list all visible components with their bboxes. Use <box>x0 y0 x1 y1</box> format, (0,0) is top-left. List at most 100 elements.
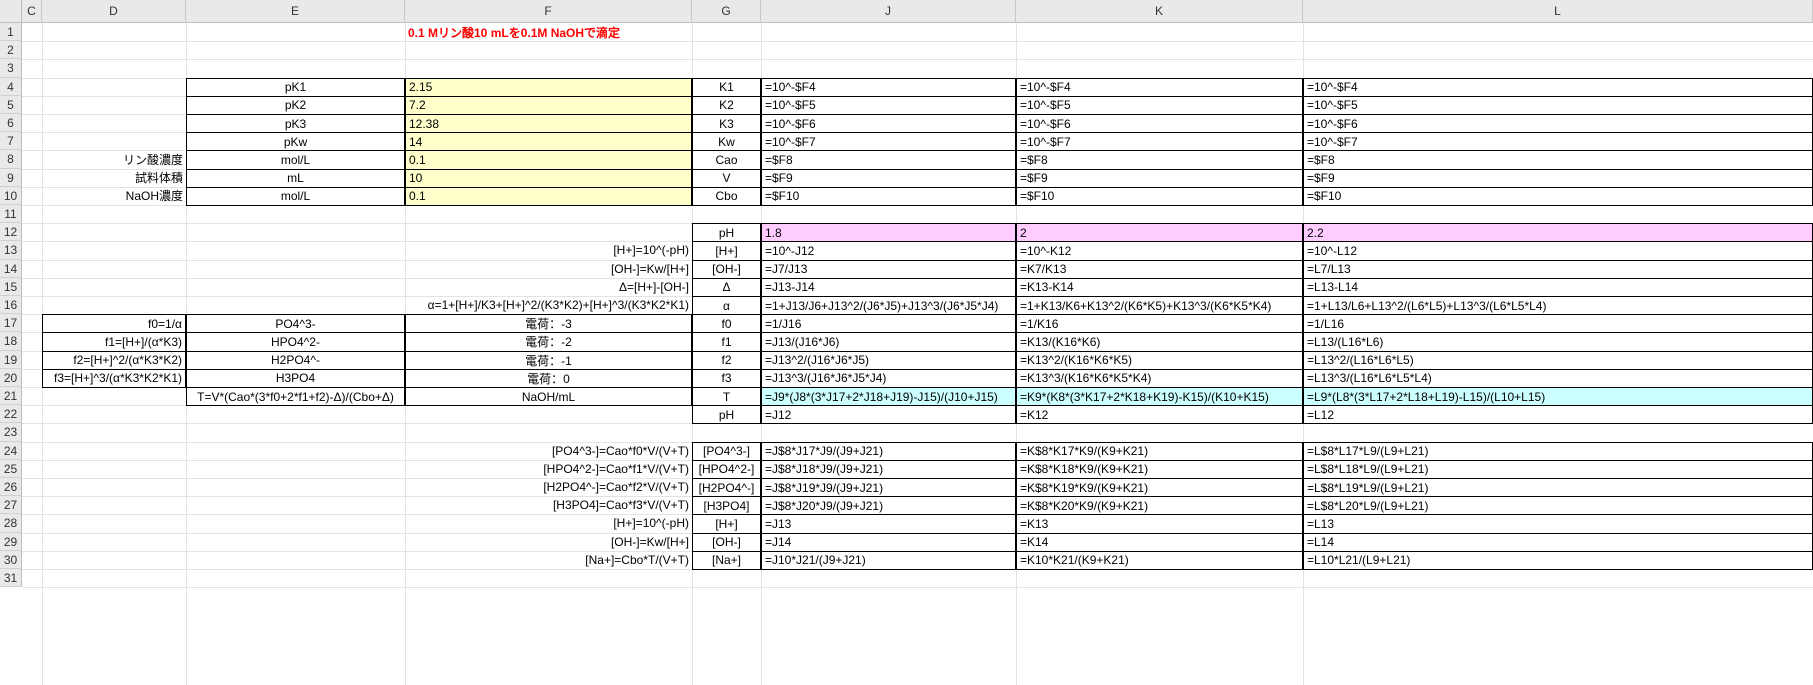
row-header-7[interactable]: 7 <box>0 132 22 151</box>
formula-k6[interactable]: =10^-$F6 <box>1016 114 1303 134</box>
formula-k22[interactable]: =K12 <box>1016 405 1303 425</box>
desc-f28[interactable]: [H+]=10^(-pH) <box>405 514 692 532</box>
formula-k4[interactable]: =10^-$F4 <box>1016 77 1303 97</box>
formula-l30[interactable]: =L10*L21/(L9+L21) <box>1303 550 1813 570</box>
param-value-f8[interactable]: 0.1 <box>405 150 692 170</box>
param-value-f4[interactable]: 2.15 <box>405 77 692 97</box>
formula-j14[interactable]: =J7/J13 <box>761 259 1016 279</box>
formula-l21[interactable]: =L9*(L8*(3*L17+2*L18+L19)-L15)/(L10+L15) <box>1303 387 1813 407</box>
formula-l10[interactable]: =$F10 <box>1303 186 1813 206</box>
formula-k14[interactable]: =K7/K13 <box>1016 259 1303 279</box>
formula-k20[interactable]: =K13^3/(K16*K6*K5*K4) <box>1016 368 1303 388</box>
param-value-f9[interactable]: 10 <box>405 168 692 188</box>
label-d10[interactable]: NaOH濃度 <box>42 187 186 205</box>
row-header-10[interactable]: 10 <box>0 186 22 205</box>
formula-k5[interactable]: =10^-$F5 <box>1016 95 1303 115</box>
formula-k19[interactable]: =K13^2/(K16*K6*K5) <box>1016 350 1303 370</box>
formula-j19[interactable]: =J13^2/(J16*J6*J5) <box>761 350 1016 370</box>
formula-l28[interactable]: =L13 <box>1303 514 1813 534</box>
formula-l13[interactable]: =10^-L12 <box>1303 241 1813 261</box>
param-value-f5[interactable]: 7.2 <box>405 95 692 115</box>
formula-l7[interactable]: =10^-$F7 <box>1303 132 1813 152</box>
formula-j27[interactable]: =J$8*J20*J9/(J9+J21) <box>761 496 1016 516</box>
formula-k28[interactable]: =K13 <box>1016 514 1303 534</box>
row-header-25[interactable]: 25 <box>0 459 22 478</box>
formula-j10[interactable]: =$F10 <box>761 186 1016 206</box>
desc-f21[interactable]: NaOH/mL <box>405 387 692 407</box>
symbol-g14[interactable]: [OH-] <box>692 259 761 279</box>
symbol-g25[interactable]: [HPO4^2-] <box>692 459 761 479</box>
formula-j22[interactable]: =J12 <box>761 405 1016 425</box>
param-name-e4[interactable]: pK1 <box>186 77 405 97</box>
fraction-def-d20[interactable]: f3=[H+]^3/(α*K3*K2*K1) <box>42 368 186 388</box>
formula-k8[interactable]: =$F8 <box>1016 150 1303 170</box>
column-header-e[interactable]: E <box>186 0 405 23</box>
symbol-g13[interactable]: [H+] <box>692 241 761 261</box>
formula-l4[interactable]: =10^-$F4 <box>1303 77 1813 97</box>
param-value-f6[interactable]: 12.38 <box>405 114 692 134</box>
formula-k18[interactable]: =K13/(K16*K6) <box>1016 332 1303 352</box>
formula-l26[interactable]: =L$8*L19*L9/(L9+L21) <box>1303 478 1813 498</box>
row-header-12[interactable]: 12 <box>0 223 22 242</box>
column-header-f[interactable]: F <box>405 0 692 23</box>
symbol-g10[interactable]: Cbo <box>692 186 761 206</box>
column-header-j[interactable]: J <box>761 0 1016 23</box>
row-header-31[interactable]: 31 <box>0 569 22 588</box>
row-header-19[interactable]: 19 <box>0 350 22 369</box>
symbol-g29[interactable]: [OH-] <box>692 532 761 552</box>
desc-f25[interactable]: [HPO4^2-]=Cao*f1*V/(V+T) <box>405 460 692 478</box>
desc-f16[interactable]: α=1+[H+]/K3+[H+]^2/(K3*K2)+[H+]^3/(K3*K2… <box>405 296 692 314</box>
formula-k21[interactable]: =K9*(K8*(3*K17+2*K18+K19)-K15)/(K10+K15) <box>1016 387 1303 407</box>
formula-j12[interactable]: 1.8 <box>761 223 1016 243</box>
formula-l12[interactable]: 2.2 <box>1303 223 1813 243</box>
formula-l20[interactable]: =L13^3/(L16*L6*L5*L4) <box>1303 368 1813 388</box>
formula-j30[interactable]: =J10*J21/(J9+J21) <box>761 550 1016 570</box>
formula-k29[interactable]: =K14 <box>1016 532 1303 552</box>
select-all-corner[interactable] <box>0 0 22 23</box>
row-header-18[interactable]: 18 <box>0 332 22 351</box>
row-header-1[interactable]: 1 <box>0 23 22 42</box>
symbol-g24[interactable]: [PO4^3-] <box>692 441 761 461</box>
row-header-14[interactable]: 14 <box>0 259 22 278</box>
symbol-g9[interactable]: V <box>692 168 761 188</box>
formula-k7[interactable]: =10^-$F7 <box>1016 132 1303 152</box>
symbol-g19[interactable]: f2 <box>692 350 761 370</box>
formula-l27[interactable]: =L$8*L20*L9/(L9+L21) <box>1303 496 1813 516</box>
formula-j5[interactable]: =10^-$F5 <box>761 95 1016 115</box>
desc-f26[interactable]: [H2PO4^-]=Cao*f2*V/(V+T) <box>405 478 692 496</box>
param-name-e7[interactable]: pKw <box>186 132 405 152</box>
formula-j16[interactable]: =1+J13/J6+J13^2/(J6*J5)+J13^3/(J6*J5*J4) <box>761 296 1016 316</box>
symbol-g27[interactable]: [H3PO4] <box>692 496 761 516</box>
column-header-d[interactable]: D <box>42 0 186 23</box>
row-header-8[interactable]: 8 <box>0 150 22 169</box>
species-e20[interactable]: H3PO4 <box>186 368 405 388</box>
formula-l18[interactable]: =L13/(L16*L6) <box>1303 332 1813 352</box>
param-name-e5[interactable]: pK2 <box>186 95 405 115</box>
row-header-29[interactable]: 29 <box>0 532 22 551</box>
species-e17[interactable]: PO4^3- <box>186 314 405 334</box>
symbol-g12[interactable]: pH <box>692 223 761 243</box>
desc-f20[interactable]: 電荷：0 <box>405 368 692 388</box>
fraction-def-d18[interactable]: f1=[H+]/(α*K3) <box>42 332 186 352</box>
row-header-20[interactable]: 20 <box>0 368 22 387</box>
row-header-26[interactable]: 26 <box>0 478 22 497</box>
row-header-2[interactable]: 2 <box>0 41 22 60</box>
desc-f18[interactable]: 電荷：-2 <box>405 332 692 352</box>
label-d8[interactable]: リン酸濃度 <box>42 150 186 168</box>
column-header-g[interactable]: G <box>692 0 761 23</box>
formula-l14[interactable]: =L7/L13 <box>1303 259 1813 279</box>
formula-k10[interactable]: =$F10 <box>1016 186 1303 206</box>
formula-j6[interactable]: =10^-$F6 <box>761 114 1016 134</box>
formula-j28[interactable]: =J13 <box>761 514 1016 534</box>
symbol-g22[interactable]: pH <box>692 405 761 425</box>
desc-f29[interactable]: [OH-]=Kw/[H+] <box>405 533 692 551</box>
formula-k16[interactable]: =1+K13/K6+K13^2/(K6*K5)+K13^3/(K6*K5*K4) <box>1016 296 1303 316</box>
formula-j29[interactable]: =J14 <box>761 532 1016 552</box>
symbol-g4[interactable]: K1 <box>692 77 761 97</box>
formula-k12[interactable]: 2 <box>1016 223 1303 243</box>
formula-j7[interactable]: =10^-$F7 <box>761 132 1016 152</box>
symbol-g17[interactable]: f0 <box>692 314 761 334</box>
symbol-g21[interactable]: T <box>692 387 761 407</box>
formula-k30[interactable]: =K10*K21/(K9+K21) <box>1016 550 1303 570</box>
row-header-15[interactable]: 15 <box>0 277 22 296</box>
